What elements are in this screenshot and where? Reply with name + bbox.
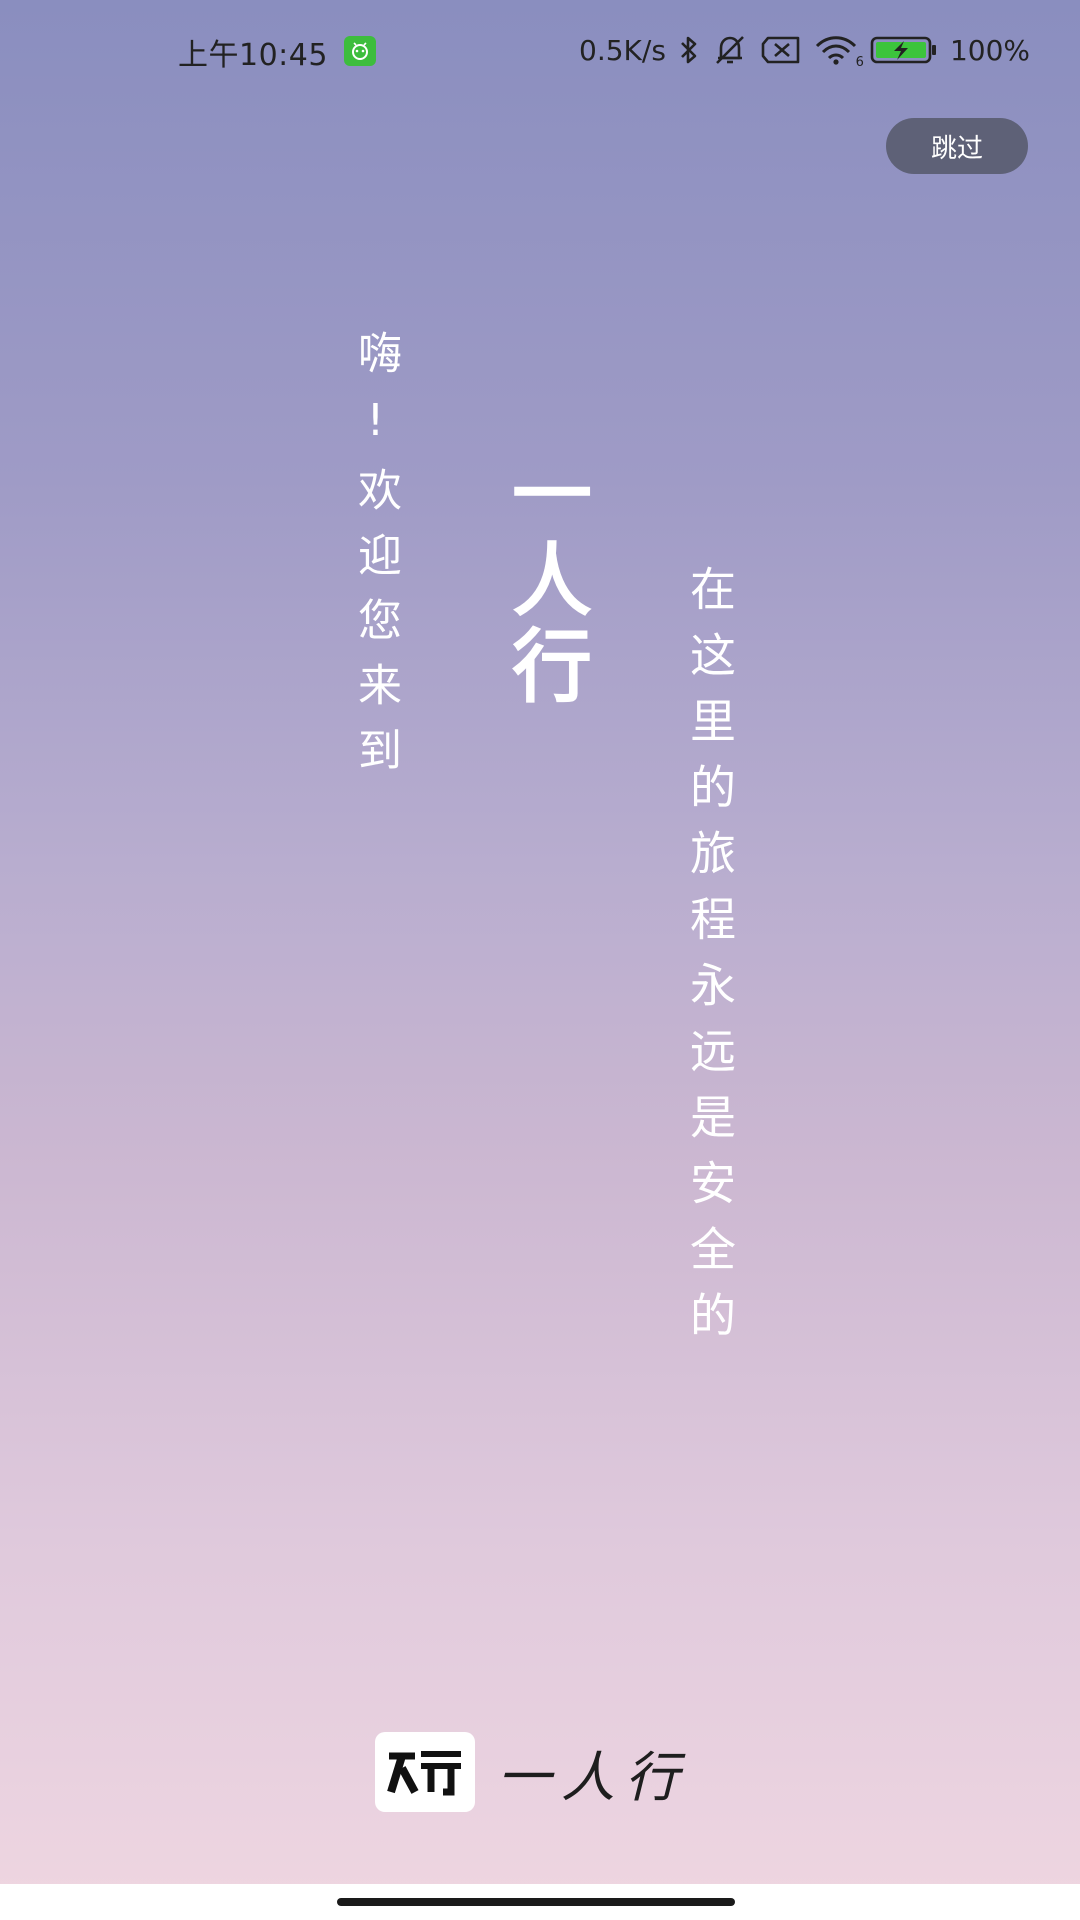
home-indicator[interactable]: [337, 1898, 735, 1906]
app-title: 一人行: [499, 452, 592, 710]
logo-text: 一人行: [497, 1745, 689, 1809]
battery-percent: 100%: [949, 33, 1030, 67]
wifi-badge: 6: [855, 55, 864, 70]
status-bar: 上午10:45 0.5K/s 6 100%: [0, 0, 1080, 100]
greeting-text: 嗨!欢迎您来到: [350, 330, 401, 792]
skip-button[interactable]: 跳过: [886, 118, 1028, 174]
mute-bell-icon: [712, 34, 748, 66]
app-notification-icon: [344, 36, 376, 66]
logo-mark-icon: [375, 1732, 475, 1812]
no-sim-icon: [760, 35, 802, 65]
network-speed: 0.5K/s: [579, 33, 666, 67]
brand-logo: 一人行: [375, 1732, 689, 1812]
bluetooth-icon: [678, 34, 700, 66]
status-time: 上午10:45: [178, 38, 328, 73]
wifi-icon: 6: [814, 34, 864, 70]
status-indicators: 0.5K/s 6 100%: [579, 28, 1030, 72]
tagline-text: 在这里的旅程永远是安全的: [683, 565, 737, 1357]
battery-charging-icon: [870, 35, 938, 65]
